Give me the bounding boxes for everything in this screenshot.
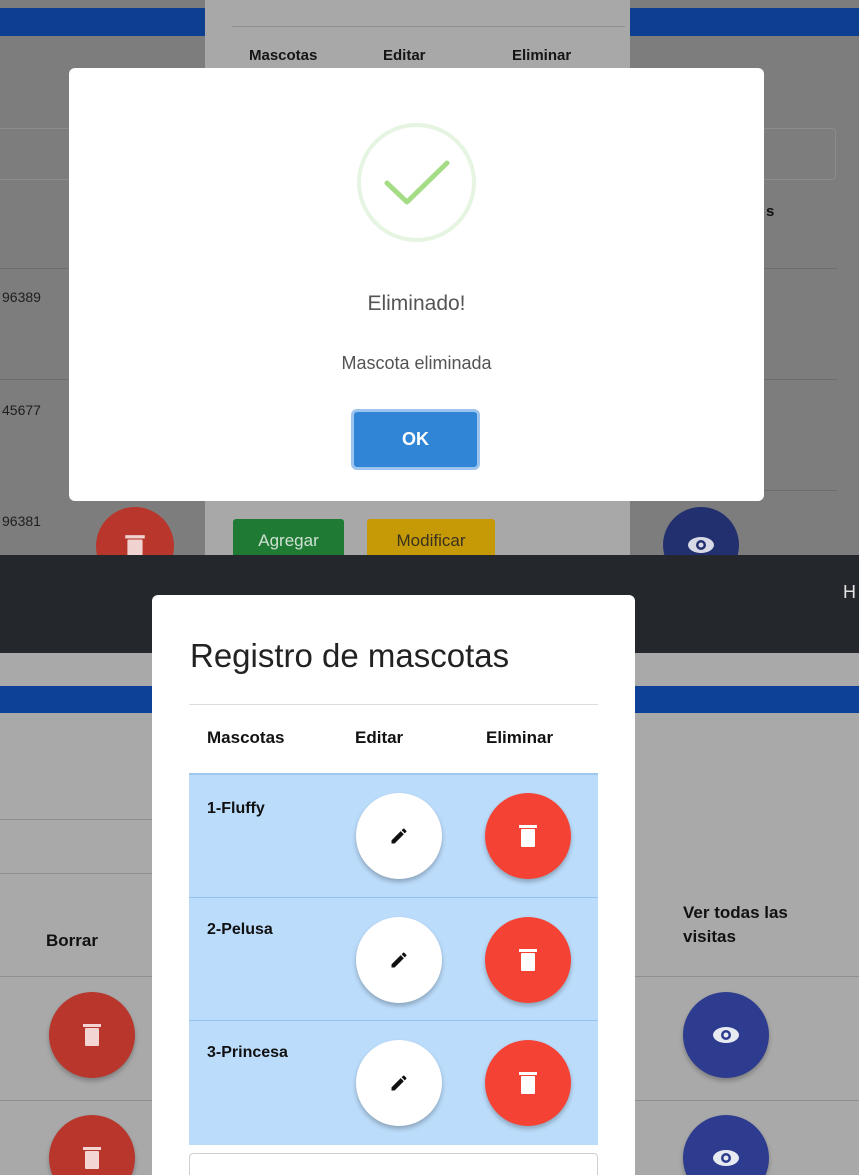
trash-icon [519, 949, 537, 971]
row-divider [764, 379, 837, 380]
column-header-editar: Editar [383, 47, 426, 64]
view-visits-button[interactable] [663, 507, 739, 555]
delete-button[interactable] [96, 507, 174, 555]
row-divider [189, 773, 598, 775]
alert-title: Eliminado! [367, 292, 466, 315]
add-button[interactable]: Agregar [233, 519, 344, 555]
column-header-mascotas: Mascotas [207, 728, 285, 747]
pet-name-input[interactable] [189, 1153, 598, 1175]
row-divider [0, 1100, 152, 1101]
delete-button[interactable] [49, 992, 135, 1078]
header-band-right [630, 8, 859, 36]
trash-icon [83, 1024, 101, 1046]
divider [0, 873, 152, 874]
phone-cell: 45677 [2, 402, 41, 418]
column-header-eliminar: Eliminar [512, 47, 572, 64]
divider [0, 819, 152, 820]
header-band-left [0, 8, 205, 36]
phone-cell: 96381 [2, 513, 41, 529]
modify-button[interactable]: Modificar [367, 519, 495, 555]
column-header-mascotas: Mascotas [249, 47, 318, 64]
column-header-borrar: Borrar [46, 931, 98, 950]
row-divider [189, 897, 598, 898]
edit-pet-button[interactable] [356, 917, 442, 1003]
nav-link-fragment[interactable]: H [843, 582, 856, 603]
filter-input[interactable] [760, 128, 836, 180]
trash-icon [125, 535, 145, 555]
pet-name: 3-Princesa [207, 1044, 288, 1061]
divider [189, 704, 598, 705]
bottom-screenshot-panel: H Borrar Ver todas las visitas Registro … [0, 555, 859, 1175]
eye-icon [713, 1150, 739, 1166]
row-divider [0, 976, 152, 977]
pet-name: 2-Pelusa [207, 921, 273, 938]
trash-icon [519, 1072, 537, 1094]
edit-pet-button[interactable] [356, 1040, 442, 1126]
phone-cell: 96389 [2, 289, 41, 305]
alert-message: Mascota eliminada [341, 353, 492, 373]
top-screenshot-panel: Mascotas Editar Eliminar s 96389 45677 9… [0, 0, 859, 555]
column-header-eliminar: Eliminar [486, 728, 554, 747]
row-divider [764, 268, 837, 269]
pencil-icon [391, 1075, 407, 1091]
view-visits-button[interactable] [683, 992, 769, 1078]
pencil-icon [391, 952, 407, 968]
delete-pet-button[interactable] [485, 917, 571, 1003]
pencil-icon [391, 828, 407, 844]
search-input[interactable] [0, 128, 74, 180]
column-header-ver-visitas: Ver todas las visitas [683, 903, 788, 946]
delete-pet-button[interactable] [485, 1040, 571, 1126]
row-divider [764, 490, 837, 491]
view-visits-button[interactable] [683, 1115, 769, 1175]
pet-name: 1-Fluffy [207, 800, 265, 817]
row-divider [189, 1020, 598, 1021]
divider [232, 26, 625, 27]
eye-icon [688, 537, 714, 553]
trash-icon [83, 1147, 101, 1169]
column-header-editar: Editar [355, 728, 404, 747]
edit-pet-button[interactable] [356, 793, 442, 879]
trash-icon [519, 825, 537, 847]
row-divider [0, 379, 70, 380]
dialog-title: Registro de mascotas [190, 637, 510, 674]
success-check-icon [357, 123, 476, 242]
column-header-fragment: s [766, 203, 775, 220]
eye-icon [713, 1027, 739, 1043]
ok-button[interactable]: OK [351, 409, 480, 470]
delete-pet-button[interactable] [485, 793, 571, 879]
row-divider [0, 268, 70, 269]
row-divider [635, 976, 859, 977]
delete-button[interactable] [49, 1115, 135, 1175]
row-divider [635, 1100, 859, 1101]
